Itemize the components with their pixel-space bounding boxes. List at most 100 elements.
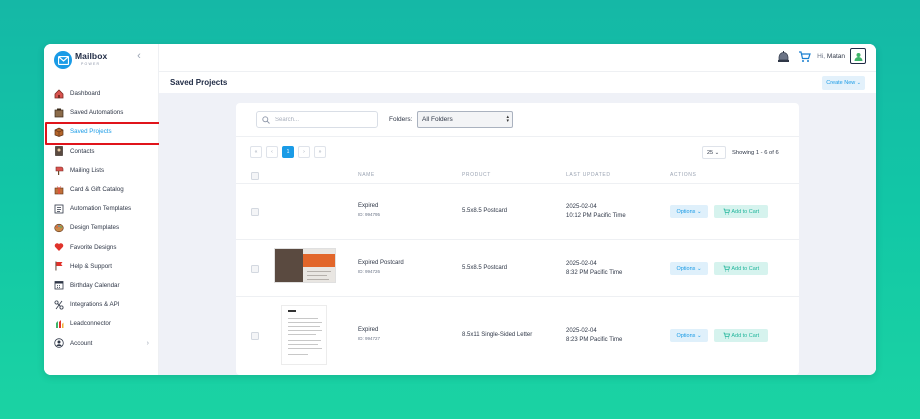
app-window: Mailbox POWER ‹ Dashboard Saved Automati… [44,44,876,375]
chevron-down-icon: ⌄ [696,208,702,215]
chevron-down-icon: ⌄ [856,80,861,86]
sidebar-item-birthday-calendar[interactable]: Birthday Calendar [44,276,159,295]
add-to-cart-button[interactable]: Add to Cart [714,205,768,218]
sidebar-item-label: Dashboard [70,90,101,98]
chevron-down-icon: ⌄ [696,265,702,272]
brand-name: Mailbox [75,51,108,61]
brand-sub: POWER [81,62,101,66]
select-all-checkbox[interactable] [251,172,259,180]
search-icon [262,111,270,129]
sidebar-item-label: Favorite Designs [70,243,117,251]
table-header: NAME PRODUCT LAST UPDATED ACTIONS [236,169,799,183]
avatar[interactable] [850,48,866,64]
product-cell: 8.5x11 Single-Sided Letter [462,332,533,338]
sidebar-item-label: Help & Support [70,262,112,270]
options-button[interactable]: Options ⌄ [670,262,708,275]
first-page-button[interactable]: « [250,146,262,158]
sidebar-item-leadconnector[interactable]: Leadconnector [44,314,159,333]
last-updated-cell: 2025-02-04 10:12 PM Pacific Time [566,204,626,219]
sidebar-item-automation-templates[interactable]: Automation Templates [44,199,159,218]
column-name: NAME [358,172,375,178]
top-bar: Hi, Matan [159,44,876,71]
sidebar-item-card-gift-catalog[interactable]: Card & Gift Catalog [44,180,159,199]
home-icon [53,88,64,99]
project-id: ID: 994726 [358,269,381,274]
sidebar-item-help-support[interactable]: Help & Support [44,257,159,276]
divider [236,136,799,137]
mailbox-logo-icon [54,51,72,69]
folders-label: Folders: [389,116,413,123]
flag-icon [53,261,64,272]
select-arrows-icon: ▴ ▾ [506,114,509,124]
brand-logo[interactable]: Mailbox POWER [54,49,107,71]
options-button[interactable]: Options ⌄ [670,329,708,342]
chevron-right-icon: › [146,339,149,347]
last-updated-cell: 2025-02-04 8:32 PM Pacific Time [566,261,623,276]
project-name: Expired Postcard [358,260,404,266]
project-id: ID: 994727 [358,336,381,341]
table-row: Expired Postcard ID: 994726 5.5x8.5 Post… [236,239,799,296]
sidebar-item-favorite-designs[interactable]: Favorite Designs [44,238,159,257]
sidebar-item-label: Saved Automations [70,109,124,117]
last-page-button[interactable]: » [314,146,326,158]
per-page-select[interactable]: 25 ⌄ [702,146,726,159]
leadconnector-icon [53,318,64,329]
chevron-down-icon: ⌄ [714,149,720,156]
bell-icon[interactable] [775,48,791,64]
project-name-cell[interactable]: Expired Postcard ID: 994726 [358,260,404,274]
contacts-icon [53,146,64,157]
main-content: Hi, Matan Saved Projects Create New ⌄ Fo… [159,44,876,375]
row-checkbox[interactable] [251,265,259,273]
search-field[interactable] [256,111,378,128]
chevron-down-icon: ⌄ [696,332,702,339]
sidebar-item-design-templates[interactable]: Design Templates [44,218,159,237]
project-name-cell[interactable]: Expired ID: 994795 [358,203,380,217]
prev-page-button[interactable]: ‹ [266,146,278,158]
sidebar-item-dashboard[interactable]: Dashboard [44,84,159,103]
sidebar-item-contacts[interactable]: Contacts [44,142,159,161]
options-button[interactable]: Options ⌄ [670,205,708,218]
calendar-icon [53,280,64,291]
mailbox-icon [53,165,64,176]
project-name: Expired [358,327,379,333]
sidebar-item-label: Automation Templates [70,205,132,213]
cart-icon [723,208,730,215]
template-icon [53,203,64,214]
sidebar-item-label: Saved Projects [70,128,112,136]
project-name: Expired [358,203,379,209]
next-page-button[interactable]: › [298,146,310,158]
sidebar-item-label: Integrations & API [70,301,120,309]
collapse-sidebar-icon[interactable]: ‹ [134,51,144,62]
add-to-cart-button[interactable]: Add to Cart [714,262,768,275]
sidebar-item-label: Design Templates [70,224,120,232]
postcard-thumbnail[interactable] [274,248,336,283]
folders-select[interactable]: All Folders ▴ ▾ [417,111,513,128]
integrations-icon [53,299,64,310]
row-checkbox[interactable] [251,332,259,340]
create-new-button[interactable]: Create New ⌄ [822,76,865,90]
sidebar-item-account[interactable]: Account › [44,333,159,352]
sidebar-item-integrations-api[interactable]: Integrations & API [44,295,159,314]
product-cell: 5.5x8.5 Postcard [462,265,508,271]
account-icon [53,338,64,349]
add-to-cart-button[interactable]: Add to Cart [714,329,768,342]
page-header: Saved Projects Create New ⌄ [159,71,876,93]
table-row: Expired ID: 994727 8.5x11 Single-Sided L… [236,296,799,375]
column-last-updated: LAST UPDATED [566,172,611,178]
sidebar-item-label: Leadconnector [70,320,111,328]
cart-icon [723,332,730,339]
row-checkbox[interactable] [251,208,259,216]
projects-card: Folders: All Folders ▴▾ « ‹ 1 › » 25 ⌄ S… [236,103,799,375]
sidebar-item-label: Birthday Calendar [70,281,120,289]
sidebar-item-saved-projects[interactable]: Saved Projects [44,122,162,146]
sidebar-item-label: Card & Gift Catalog [70,186,124,194]
showing-count: Showing 1 - 6 of 6 [732,150,779,156]
search-input[interactable] [275,116,370,123]
sidebar-item-mailing-lists[interactable]: Mailing Lists [44,161,159,180]
cart-icon[interactable] [796,48,812,64]
column-product: PRODUCT [462,172,491,178]
letter-thumbnail[interactable] [281,305,327,365]
sidebar-item-saved-automations[interactable]: Saved Automations [44,103,159,122]
page-1-button[interactable]: 1 [282,146,294,158]
project-name-cell[interactable]: Expired ID: 994727 [358,327,380,341]
